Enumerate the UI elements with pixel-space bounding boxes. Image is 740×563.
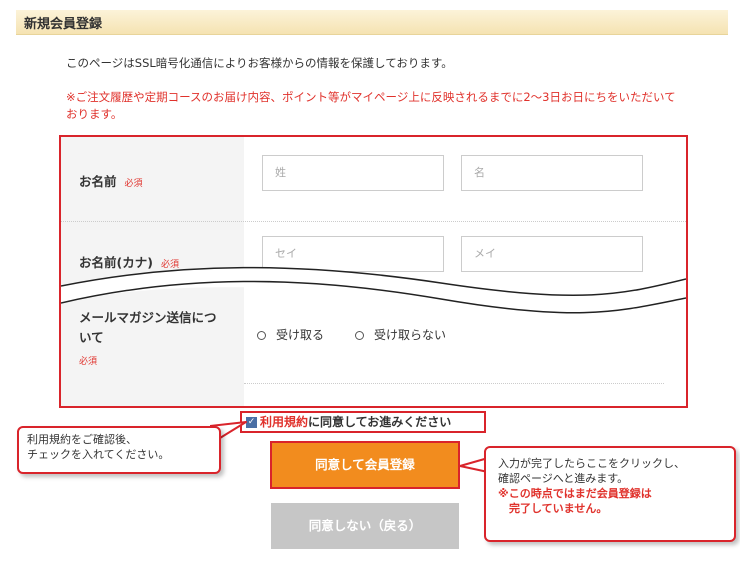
checkbox-hint-callout: 利用規約をご確認後、 チェックを入れてください。 xyxy=(17,426,221,474)
disagree-back-button[interactable]: 同意しない（戻る） xyxy=(271,503,459,549)
registration-form: お名前 必須 姓 名 お名前(カナ) 必須 セイ メイ メールマガジン送信について … xyxy=(59,135,688,408)
name-label: お名前 必須 xyxy=(79,174,143,189)
section-header-bar xyxy=(16,10,728,35)
required-badge: 必須 xyxy=(79,357,98,367)
radio-circle-icon xyxy=(257,331,266,340)
mypage-warning: ※ご注文履歴や定期コースのお届け内容、ポイント等がマイページ上に反映されるまでに… xyxy=(66,90,676,121)
terms-link[interactable]: 利用規約 xyxy=(260,415,308,429)
last-name-input[interactable]: 姓 xyxy=(262,155,444,191)
terms-agree-checkbox[interactable]: ✓ 利用規約に同意してお進みください xyxy=(240,411,486,433)
radio-circle-icon xyxy=(355,331,364,340)
radio-receive[interactable]: 受け取る xyxy=(257,326,324,343)
page-title: 新規会員登録 xyxy=(24,17,103,32)
row-divider xyxy=(244,383,664,384)
required-badge: 必須 xyxy=(124,179,143,189)
agree-register-button[interactable]: 同意して会員登録 xyxy=(270,441,460,489)
register-hint-callout: 入力が完了したらここをクリックし、 確認ページへと進みます。 ※この時点ではまだ… xyxy=(484,446,736,542)
row-divider xyxy=(61,221,686,222)
magazine-label: メールマガジン送信について xyxy=(79,310,217,345)
ssl-notice: このページはSSL暗号化通信によりお客様からの情報を保護しております。 xyxy=(66,56,453,70)
first-name-input[interactable]: 名 xyxy=(461,155,643,191)
radio-not-receive[interactable]: 受け取らない xyxy=(355,326,446,343)
